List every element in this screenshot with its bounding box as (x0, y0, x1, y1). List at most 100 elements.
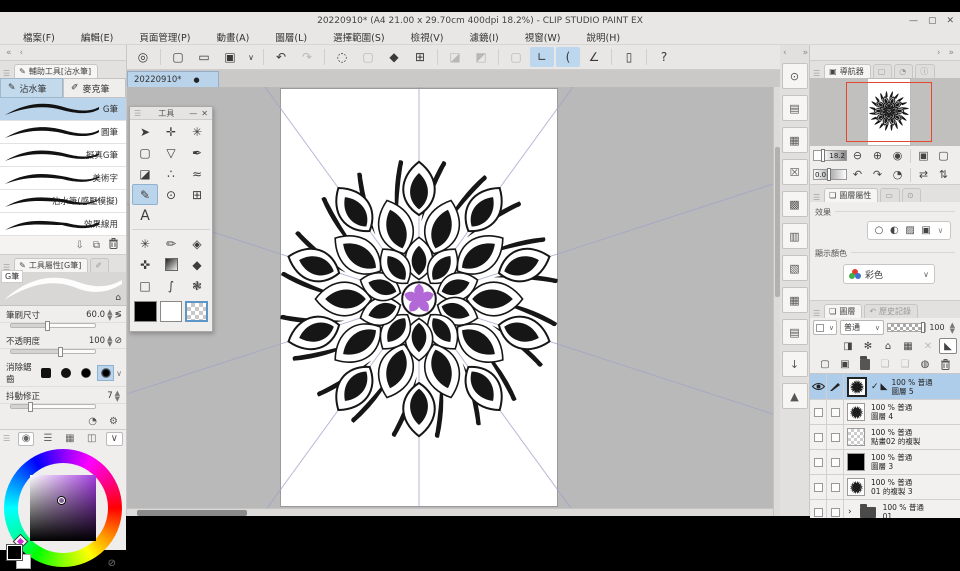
layer-thumbnail[interactable] (847, 478, 865, 496)
tool-move[interactable]: ✛ (158, 121, 184, 142)
new-vector-layer-icon[interactable]: ▣ (836, 356, 854, 372)
layer-thumbnail[interactable] (847, 453, 865, 471)
new-file-button[interactable]: ▢ (166, 47, 190, 67)
flip-horizontal-button[interactable]: ⇄ (914, 167, 933, 182)
tool-blend[interactable]: ≈ (184, 163, 210, 184)
tool-eyedropper[interactable]: ✒ (184, 142, 210, 163)
navigator-tab[interactable]: ▣導航器 (824, 64, 871, 78)
brush-item-real-g-pen[interactable]: 擬真G筆 (0, 144, 126, 167)
horizontal-scrollbar[interactable] (127, 508, 773, 516)
color-mixer-tab[interactable]: ◫ (84, 432, 100, 446)
transparent-color-swatch[interactable] (185, 301, 208, 322)
brush-size-stepper[interactable]: ▲▼ (107, 309, 112, 321)
brush-size-value[interactable]: 60.0 (79, 310, 105, 320)
brush-item-g-pen[interactable]: G筆 (0, 98, 126, 121)
menu-window[interactable]: 視窗(W) (512, 30, 574, 44)
expand-right-icon[interactable]: » (948, 48, 954, 58)
layer-opacity-value[interactable]: 100 (929, 323, 944, 332)
forward-icon[interactable]: › (937, 48, 941, 58)
tool-deco-eraser[interactable]: ◈ (184, 233, 210, 254)
palette-color-dropdown[interactable]: ∨ (813, 320, 837, 335)
timelapse-icon[interactable]: ◔ (88, 416, 97, 427)
color-wheel[interactable]: ⊘ (4, 449, 122, 567)
layer-name[interactable]: 01 的複製 3 (871, 487, 913, 496)
layer-name[interactable]: 圖層 5 (891, 387, 932, 396)
tool-bucket[interactable]: ◆ (184, 254, 210, 275)
sub-color-swatch[interactable] (160, 301, 183, 322)
layer-property-tab[interactable]: ❏圖層屬性 (824, 188, 878, 202)
snap-to-grid-button[interactable]: ∠ (582, 47, 606, 67)
minimize-button[interactable]: — (909, 16, 918, 26)
edit-target-checkbox[interactable] (827, 475, 844, 499)
draft-layer-icon[interactable]: ✕ (919, 338, 937, 354)
brush-item-calligraphy[interactable]: 美術字 (0, 167, 126, 190)
tool-eraser[interactable]: ◪ (132, 163, 158, 184)
fit-to-screen-button[interactable]: ◉ (888, 148, 907, 163)
display-color-dropdown[interactable]: 彩色 ∨ (843, 264, 935, 284)
sv-cursor[interactable] (58, 497, 65, 504)
border-effect-icon[interactable]: ○ (875, 225, 884, 236)
menu-edit[interactable]: 編輯(E) (68, 30, 126, 44)
aa-weak-button[interactable] (57, 365, 74, 381)
tool-figure-symmetry[interactable]: ✳ (132, 233, 158, 254)
tool-figure[interactable]: □ (132, 275, 158, 296)
snap-to-ruler-button[interactable]: ∟ (530, 47, 554, 67)
layer-row-3[interactable]: 100 % 普通圖層 3 (810, 450, 960, 475)
tool-text[interactable]: A (132, 205, 158, 226)
panel-handle-icon[interactable]: ☰ (3, 434, 10, 443)
animation-tab[interactable]: ▭ (880, 188, 900, 202)
brush-item-effect-line[interactable]: 效果線用 (0, 213, 126, 236)
color-wheel-tab[interactable]: ◉ (18, 432, 34, 446)
material-all-button[interactable]: ▤ (782, 319, 808, 345)
rotate-ccw-button[interactable]: ↶ (848, 167, 867, 182)
deselect-button[interactable]: ◌ (330, 47, 354, 67)
layer-row-01-copy3[interactable]: 100 % 普通01 的複製 3 (810, 475, 960, 500)
fill-button[interactable]: ◆ (382, 47, 406, 67)
edit-target-checkbox[interactable] (827, 500, 844, 518)
settings-wrench-icon[interactable]: ⚙ (109, 416, 118, 427)
layer-opacity-stepper[interactable]: ▲▼ (950, 322, 955, 334)
subtool-group-pen[interactable]: ✎ 沾水筆 (0, 78, 63, 98)
tool-decoration[interactable]: ❃ (184, 275, 210, 296)
tool-gradient[interactable] (158, 254, 184, 275)
back-icon[interactable]: ‹ (783, 48, 787, 58)
material-monochrome-button[interactable]: ▦ (782, 127, 808, 153)
stabilization-stepper[interactable]: ▲▼ (115, 390, 120, 402)
rotate-cw-button[interactable]: ↷ (868, 167, 887, 182)
edit-target-checkbox[interactable] (827, 450, 844, 474)
tool-navigate[interactable]: ✳ (184, 121, 210, 142)
tool-operate[interactable]: ➤ (132, 121, 158, 142)
tool-airbrush[interactable]: ∴ (158, 163, 184, 184)
material-tone-button[interactable]: ▩ (782, 191, 808, 217)
frame-border-button[interactable]: ⊞ (408, 47, 432, 67)
navigator-view-frame[interactable] (846, 82, 932, 142)
layer-mask-icon[interactable]: ◍ (916, 356, 934, 372)
transparent-color-icon[interactable]: ⊘ (108, 558, 116, 569)
full-view-button[interactable]: ▢ (934, 148, 953, 163)
panel-handle-icon[interactable]: ☰ (3, 69, 10, 78)
aa-chevron-icon[interactable]: ∨ (116, 369, 122, 378)
reselect-button[interactable]: ▢ (356, 47, 380, 67)
subtool-tab[interactable]: ✎ 輔助工具[沾水筆] (14, 64, 98, 78)
tool-property-tab[interactable]: ✎ 工具屬性[G筆] (14, 258, 88, 272)
aa-middle-button[interactable] (77, 365, 94, 381)
edit-target-checkbox[interactable] (827, 400, 844, 424)
minimize-palette-icon[interactable]: — (189, 109, 197, 118)
visibility-checkbox[interactable] (810, 425, 827, 449)
lock-layer-icon[interactable]: ⌂ (879, 338, 897, 354)
brush-detail-tab[interactable]: ✐ (90, 258, 109, 272)
subtool-group-marker[interactable]: ✐ 麥克筆 (63, 78, 126, 98)
material-manga-button[interactable]: ☒ (782, 159, 808, 185)
layer-color-icon[interactable]: ▣ (921, 225, 930, 236)
material-image-button[interactable]: ▥ (782, 223, 808, 249)
material-color-pattern-button[interactable]: ▤ (782, 95, 808, 121)
back-icon[interactable]: ‹ (20, 48, 24, 58)
layer-name[interactable]: 點畫02 的複製 (871, 437, 920, 446)
stabilization-value[interactable]: 7 (87, 391, 113, 401)
panel-handle-icon[interactable]: ☰ (813, 193, 820, 202)
panel-handle-icon[interactable]: ☰ (134, 109, 141, 118)
zoom-out-button[interactable]: ⊖ (848, 148, 867, 163)
aa-strong-button[interactable] (97, 365, 114, 381)
material-3d-button[interactable]: ▦ (782, 287, 808, 313)
layer-name[interactable]: 圖層 4 (871, 412, 912, 421)
